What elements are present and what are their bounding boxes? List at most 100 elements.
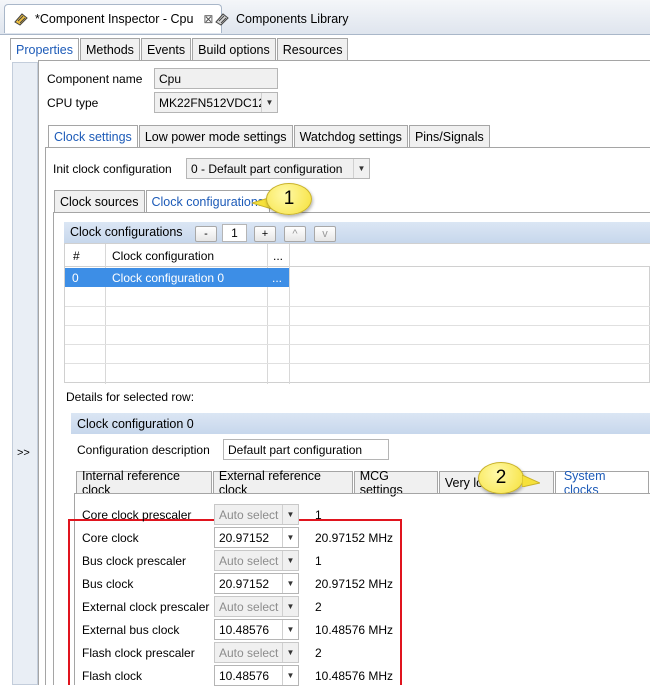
tab-properties[interactable]: Properties: [10, 38, 79, 60]
editor-tabbar: *Component Inspector - Cpu ⊠ Components …: [0, 0, 650, 35]
clock-row-label: External clock prescaler: [82, 600, 210, 614]
tab-system-clocks[interactable]: System clocks: [554, 469, 649, 497]
callout-pointer: [250, 196, 273, 210]
clock-row-select-value: 20.97152: [219, 576, 270, 591]
chevron-down-icon: ▼: [282, 643, 298, 662]
cpu-type-select[interactable]: MK22FN512VDC12 ▼: [154, 92, 278, 113]
move-up-button[interactable]: ^: [284, 226, 306, 242]
column-header-more: ...: [273, 249, 284, 263]
editor-tab-components-library[interactable]: Components Library: [206, 4, 357, 33]
tab-clock-settings[interactable]: Clock settings: [48, 125, 138, 147]
clock-row-select-value: 20.97152: [219, 530, 270, 545]
details-section-title: Clock configuration 0: [77, 416, 194, 431]
clock-row-select[interactable]: 10.48576 ▼: [214, 665, 299, 686]
detail-tabs: Internal reference clock External refere…: [76, 469, 650, 497]
row-more-button[interactable]: ...: [272, 271, 282, 285]
row-index: 0: [72, 271, 79, 285]
table-header: # Clock configuration ...: [65, 244, 650, 267]
side-panel-strip[interactable]: >>: [12, 62, 38, 685]
column-header-index: #: [73, 249, 80, 263]
clock-row-label: Bus clock prescaler: [82, 554, 187, 568]
configuration-description-field[interactable]: Default part configuration: [223, 439, 389, 460]
property-tabs: Properties Methods Events Build options …: [10, 38, 349, 60]
clock-row-value: 1: [315, 508, 322, 522]
component-icon: [14, 13, 28, 26]
clock-row-value: 2: [315, 646, 322, 660]
chevron-down-icon: ▼: [282, 528, 298, 547]
clock-row-select-value: Auto select: [219, 507, 279, 522]
cpu-type-label: CPU type: [47, 96, 99, 110]
editor-tab-label: Components Library: [236, 11, 349, 26]
clock-tabs: Clock settings Low power mode settings W…: [48, 125, 491, 147]
callout-2: 2: [478, 462, 524, 494]
tab-pins-signals[interactable]: Pins/Signals: [408, 125, 490, 147]
tab-resources[interactable]: Resources: [276, 38, 349, 60]
clock-row-label: Core clock prescaler: [82, 508, 192, 522]
chevron-down-icon: ▼: [282, 574, 298, 593]
clock-row-value: 2: [315, 600, 322, 614]
details-label: Details for selected row:: [66, 390, 195, 404]
component-name-label: Component name: [47, 72, 143, 86]
clock-row-value: 1: [315, 554, 322, 568]
cpu-type-value: MK22FN512VDC12: [159, 95, 261, 110]
chevron-down-icon: ▼: [282, 597, 298, 616]
clock-row-select-value: Auto select: [219, 599, 279, 614]
callout-1: 1: [266, 183, 312, 215]
row-name: Clock configuration 0: [112, 271, 225, 285]
clock-row-value: 20.97152 MHz: [315, 531, 394, 545]
clock-row-select: Auto select ▼: [214, 504, 299, 525]
clock-row-select-value: 10.48576: [219, 622, 270, 637]
clock-row-label: Bus clock: [82, 577, 134, 591]
tab-build-options[interactable]: Build options: [192, 38, 276, 60]
clock-row-select[interactable]: 10.48576 ▼: [214, 619, 299, 640]
tab-internal-reference-clock[interactable]: Internal reference clock: [76, 469, 212, 497]
chevron-down-icon: ▼: [282, 505, 298, 524]
remove-row-button[interactable]: -: [195, 226, 217, 242]
init-clock-select[interactable]: 0 - Default part configuration ▼: [186, 158, 370, 179]
clock-sub-tabs: Clock sources Clock configurations: [54, 190, 271, 212]
clock-row-label: External bus clock: [82, 623, 180, 637]
callout-pointer: [521, 474, 542, 490]
clock-row-select[interactable]: 20.97152 ▼: [214, 527, 299, 548]
clock-configurations-header: Clock configurations: [64, 222, 650, 243]
clock-row-label: Flash clock: [82, 669, 143, 683]
tab-clock-sources[interactable]: Clock sources: [54, 190, 145, 212]
component-icon: [215, 12, 229, 26]
table-row[interactable]: 0 Clock configuration 0 ...: [65, 268, 289, 287]
clock-row-select[interactable]: 20.97152 ▼: [214, 573, 299, 594]
clock-row-select: Auto select ▼: [214, 642, 299, 663]
clock-row-select-value: Auto select: [219, 645, 279, 660]
expand-toggle[interactable]: >>: [17, 447, 30, 459]
add-row-button[interactable]: +: [254, 226, 276, 242]
clock-row-value: 10.48576 MHz: [315, 623, 394, 637]
clock-configurations-title: Clock configurations: [70, 224, 183, 239]
editor-tab-label: *Component Inspector - Cpu: [35, 12, 194, 26]
clock-row-label: Core clock: [82, 531, 139, 545]
tab-events[interactable]: Events: [140, 38, 192, 60]
component-name-field[interactable]: Cpu: [154, 68, 278, 89]
details-section-header: Clock configuration 0: [71, 413, 650, 434]
clock-row-select: Auto select ▼: [214, 550, 299, 571]
tab-mcg-settings[interactable]: MCG settings: [353, 469, 438, 497]
move-down-button[interactable]: v: [314, 226, 336, 242]
clock-configurations-table: # Clock configuration ... 0 Clock config…: [64, 243, 650, 384]
chevron-down-icon: ▼: [261, 93, 277, 112]
tab-methods[interactable]: Methods: [79, 38, 140, 60]
tab-watchdog-settings[interactable]: Watchdog settings: [293, 125, 408, 147]
clock-row-select-value: 10.48576: [219, 668, 270, 683]
clock-row-value: 20.97152 MHz: [315, 577, 394, 591]
chevron-down-icon: ▼: [282, 666, 298, 685]
column-header-name: Clock configuration: [112, 249, 215, 263]
editor-tab-component-inspector[interactable]: *Component Inspector - Cpu ⊠: [4, 4, 223, 33]
chevron-down-icon: ▼: [353, 159, 369, 178]
tab-external-reference-clock[interactable]: External reference clock: [212, 469, 353, 497]
row-count-field[interactable]: 1: [222, 224, 247, 242]
callout-pointer-icon: [521, 474, 542, 488]
tab-low-power-mode-settings[interactable]: Low power mode settings: [138, 125, 293, 147]
clock-row-select: Auto select ▼: [214, 596, 299, 617]
init-clock-value: 0 - Default part configuration: [191, 161, 343, 176]
chevron-down-icon: ▼: [282, 620, 298, 639]
clock-row-value: 10.48576 MHz: [315, 669, 394, 683]
configuration-description-label: Configuration description: [77, 443, 210, 457]
clock-row-select-value: Auto select: [219, 553, 279, 568]
